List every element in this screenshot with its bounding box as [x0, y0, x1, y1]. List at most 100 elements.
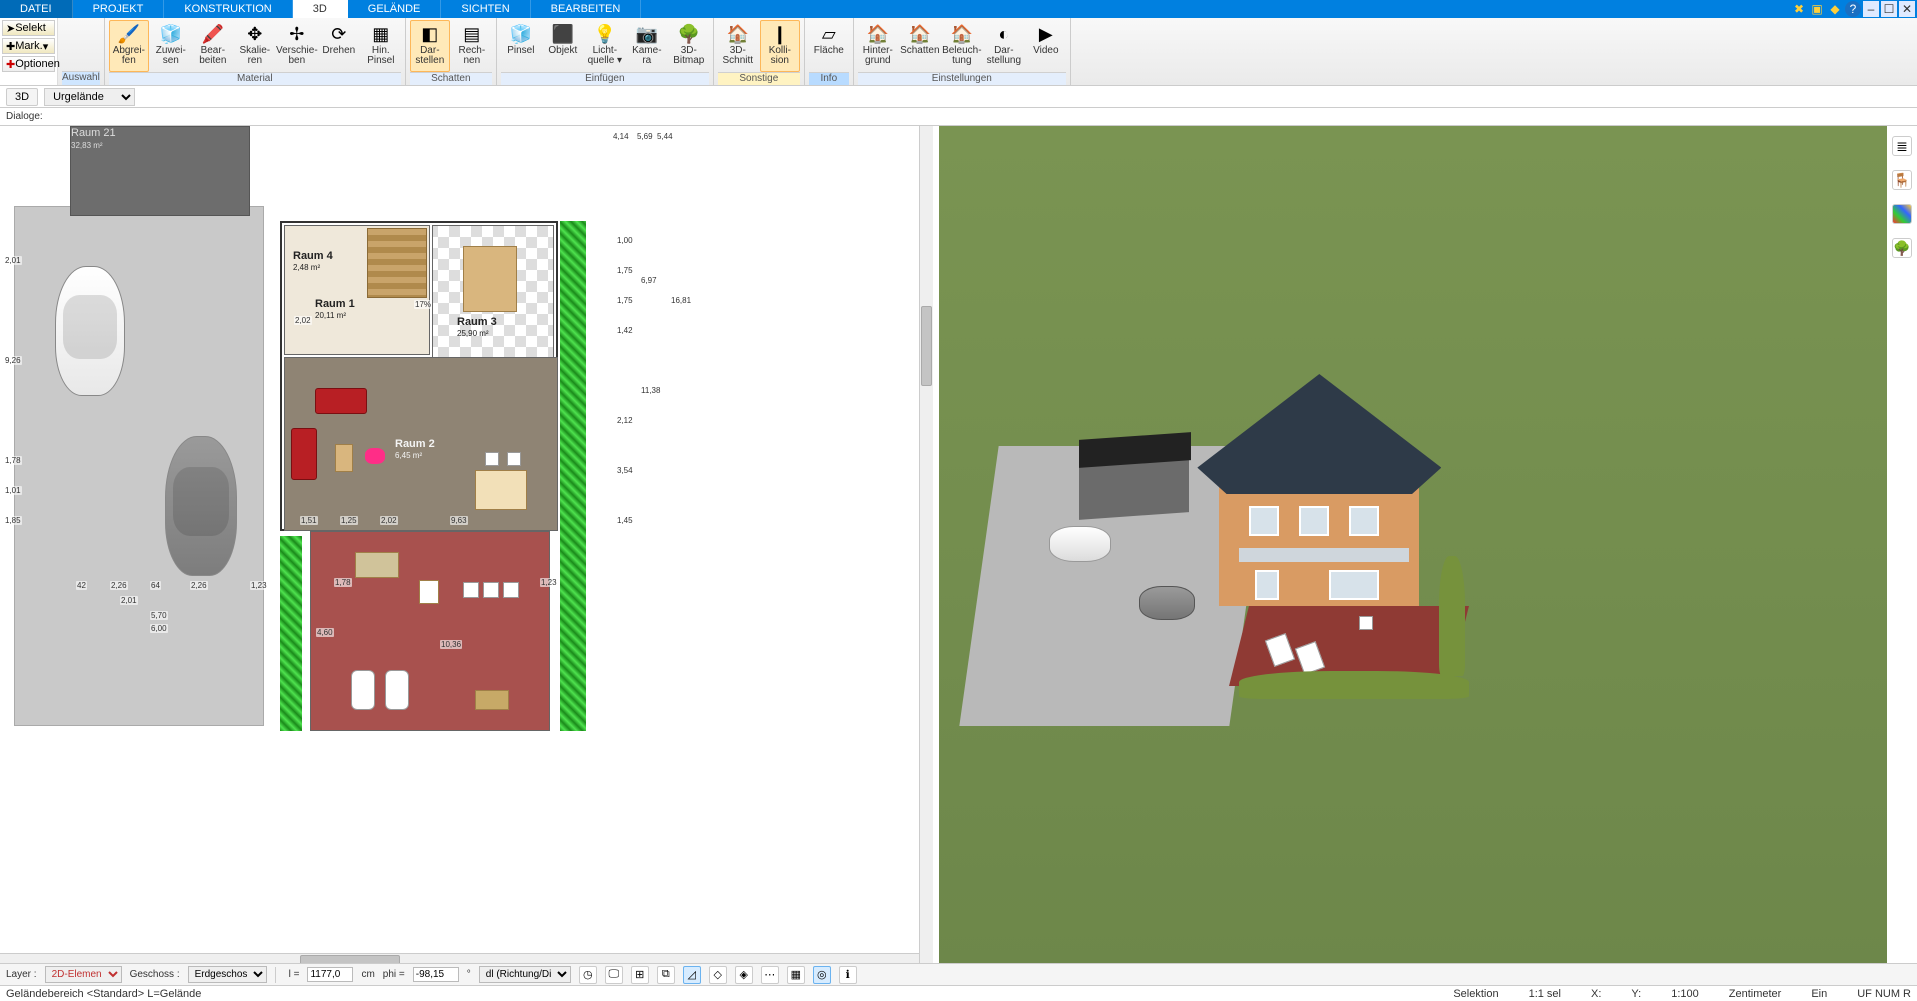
ribbon-btn[interactable]: ▤Rech-nen	[452, 20, 492, 72]
close-icon[interactable]: ✕	[1899, 1, 1915, 17]
scroll-thumb-v[interactable]	[921, 306, 932, 386]
target-icon[interactable]: ◎	[813, 966, 831, 984]
dim: 2,02	[380, 516, 398, 525]
car-white	[55, 266, 125, 396]
tree-icon[interactable]: 🌳	[1892, 238, 1912, 258]
dim: 2,26	[110, 581, 128, 590]
ribbon-btn[interactable]: ⬛Objekt	[543, 20, 583, 72]
snap-icon-2[interactable]: ⧉	[657, 966, 675, 984]
snap-icon-1[interactable]: ⊞	[631, 966, 649, 984]
clock-icon[interactable]: ◷	[579, 966, 597, 984]
ribbon-btn[interactable]: 🧊Pinsel	[501, 20, 541, 72]
select-button[interactable]: ➤Selekt	[2, 20, 55, 36]
ribbon-group-sonstige: 🏠3D-Schnitt❙Kolli-sionSonstige	[714, 18, 805, 85]
layer-select[interactable]: 2D-Elemen	[45, 966, 122, 983]
terrain-select[interactable]: Urgelände	[44, 88, 135, 106]
l-input[interactable]	[307, 967, 353, 982]
mark-button[interactable]: ✚Mark.▾	[2, 38, 55, 54]
angle-icon[interactable]: ◿	[683, 966, 701, 984]
ribbon-btn[interactable]: 📷Kame-ra	[627, 20, 667, 72]
ribbon-group-label: Auswahl	[62, 71, 100, 85]
ribbon-btn[interactable]: 💡Licht-quelle ▾	[585, 20, 625, 72]
menu-konstruktion[interactable]: KONSTRUKTION	[164, 0, 292, 18]
ribbon-icon: ❙	[769, 23, 791, 45]
ribbon-btn[interactable]: ✢Verschie-ben	[277, 20, 317, 72]
ribbon-btn[interactable]: 🏠Schatten	[900, 20, 940, 72]
car-white-3d	[1049, 526, 1111, 562]
furniture-icon[interactable]: 🪑	[1892, 170, 1912, 190]
hedge-left	[280, 536, 302, 731]
phi-input[interactable]	[413, 967, 459, 982]
view-tab-3d[interactable]: 3D	[6, 88, 38, 106]
ribbon-btn[interactable]: 🧊Zuwei-sen	[151, 20, 191, 72]
floorplan-canvas[interactable]: Raum 2132,83 m² Raum 325,90 m² Raum 42,4…	[0, 126, 919, 953]
ribbon-btn[interactable]: ▶Video	[1026, 20, 1066, 72]
info-icon[interactable]: ℹ	[839, 966, 857, 984]
ribbon-btn[interactable]: ✥Skalie-ren	[235, 20, 275, 72]
menu-projekt[interactable]: PROJEKT	[73, 0, 165, 18]
ctrl-icon-2[interactable]: ▣	[1809, 1, 1825, 17]
divider	[275, 967, 281, 983]
ribbon-btn[interactable]: ⟳Drehen	[319, 20, 359, 72]
cloud-icon[interactable]: ◇	[709, 966, 727, 984]
menu-datei[interactable]: DATEI	[0, 0, 73, 18]
ctrl-icon-3[interactable]: ◆	[1827, 1, 1843, 17]
dim: 1,75	[616, 266, 634, 275]
dim: 2,02	[294, 316, 312, 325]
ribbon-btn[interactable]: 🏠Hinter-grund	[858, 20, 898, 72]
ribbon-group-schatten: ◧Dar-stellen▤Rech-nenSchatten	[406, 18, 497, 85]
ribbon-btn[interactable]: ▱Fläche	[809, 20, 849, 72]
floorplan-pane[interactable]: Raum 2132,83 m² Raum 325,90 m² Raum 42,4…	[0, 126, 939, 967]
ribbon: ➤Selekt ✚Mark.▾ ✚Optionen Auswahl 🖌️Abgre…	[0, 18, 1917, 86]
help-icon[interactable]: ?	[1845, 1, 1861, 17]
garage-roof: Raum 2132,83 m²	[70, 126, 250, 216]
ribbon-btn[interactable]: 🖍️Bear-beiten	[193, 20, 233, 72]
status-unit: Zentimeter	[1729, 988, 1782, 1000]
menu-gelaende[interactable]: GELÄNDE	[348, 0, 442, 18]
maximize-icon[interactable]: ☐	[1881, 1, 1897, 17]
ribbon-btn[interactable]: 🖌️Abgrei-fen	[109, 20, 149, 72]
scrollbar-vertical[interactable]	[919, 126, 933, 967]
door-1	[1255, 570, 1279, 600]
mode-select[interactable]: dl (Richtung/Di	[479, 966, 571, 983]
ribbon-btn[interactable]: ◐Dar-stellung	[984, 20, 1024, 72]
ribbon-icon: ▱	[818, 23, 840, 45]
ribbon-icon: ▶	[1035, 23, 1057, 45]
menu-sichten[interactable]: SICHTEN	[441, 0, 530, 18]
ribbon-btn[interactable]: ❙Kolli-sion	[760, 20, 800, 72]
ribbon-icon: 🖍️	[202, 23, 224, 45]
patio-chair-1	[483, 582, 499, 598]
render-3d-pane[interactable]: ≣ 🪑 . 🌳	[939, 126, 1917, 967]
patio-chair-3d	[1359, 616, 1373, 630]
layers-icon[interactable]: ≣	[1892, 136, 1912, 156]
options-button[interactable]: ✚Optionen	[2, 56, 55, 72]
ctrl-icon-1[interactable]: ✖	[1791, 1, 1807, 17]
menu-3d[interactable]: 3D	[293, 0, 348, 18]
terrace	[310, 531, 550, 731]
monitor-icon[interactable]: 🖵	[605, 966, 623, 984]
grid-icon[interactable]: ▦	[787, 966, 805, 984]
menu-bearbeiten[interactable]: BEARBEITEN	[531, 0, 642, 18]
diamond-icon[interactable]: ◈	[735, 966, 753, 984]
palette-icon[interactable]: .	[1892, 204, 1912, 224]
room3-label: Raum 325,90 m²	[457, 316, 497, 338]
chair-1	[507, 452, 521, 466]
ribbon-btn[interactable]: ◧Dar-stellen	[410, 20, 450, 72]
mark-label: Mark.	[15, 40, 43, 52]
ribbon-icon: 🏠	[727, 23, 749, 45]
ribbon-btn[interactable]: 🌳3D-Bitmap	[669, 20, 709, 72]
ribbon-group-label: Schatten	[410, 72, 492, 85]
minimize-icon[interactable]: –	[1863, 1, 1879, 17]
window-1	[1249, 506, 1279, 536]
ribbon-label: Hin.Pinsel	[367, 46, 394, 66]
phi-unit: °	[467, 969, 471, 980]
ribbon-btn[interactable]: 🏠3D-Schnitt	[718, 20, 758, 72]
status-num: UF NUM R	[1857, 988, 1911, 1000]
ribbon-btn[interactable]: 🏠Beleuch-tung	[942, 20, 982, 72]
geschoss-select[interactable]: Erdgeschos	[188, 966, 267, 983]
dim: 1,23	[250, 581, 268, 590]
ribbon-btn[interactable]: ▦Hin.Pinsel	[361, 20, 401, 72]
dots-icon[interactable]: ⋯	[761, 966, 779, 984]
ribbon-label: Zuwei-sen	[156, 46, 186, 66]
render-3d-canvas[interactable]	[939, 126, 1887, 967]
